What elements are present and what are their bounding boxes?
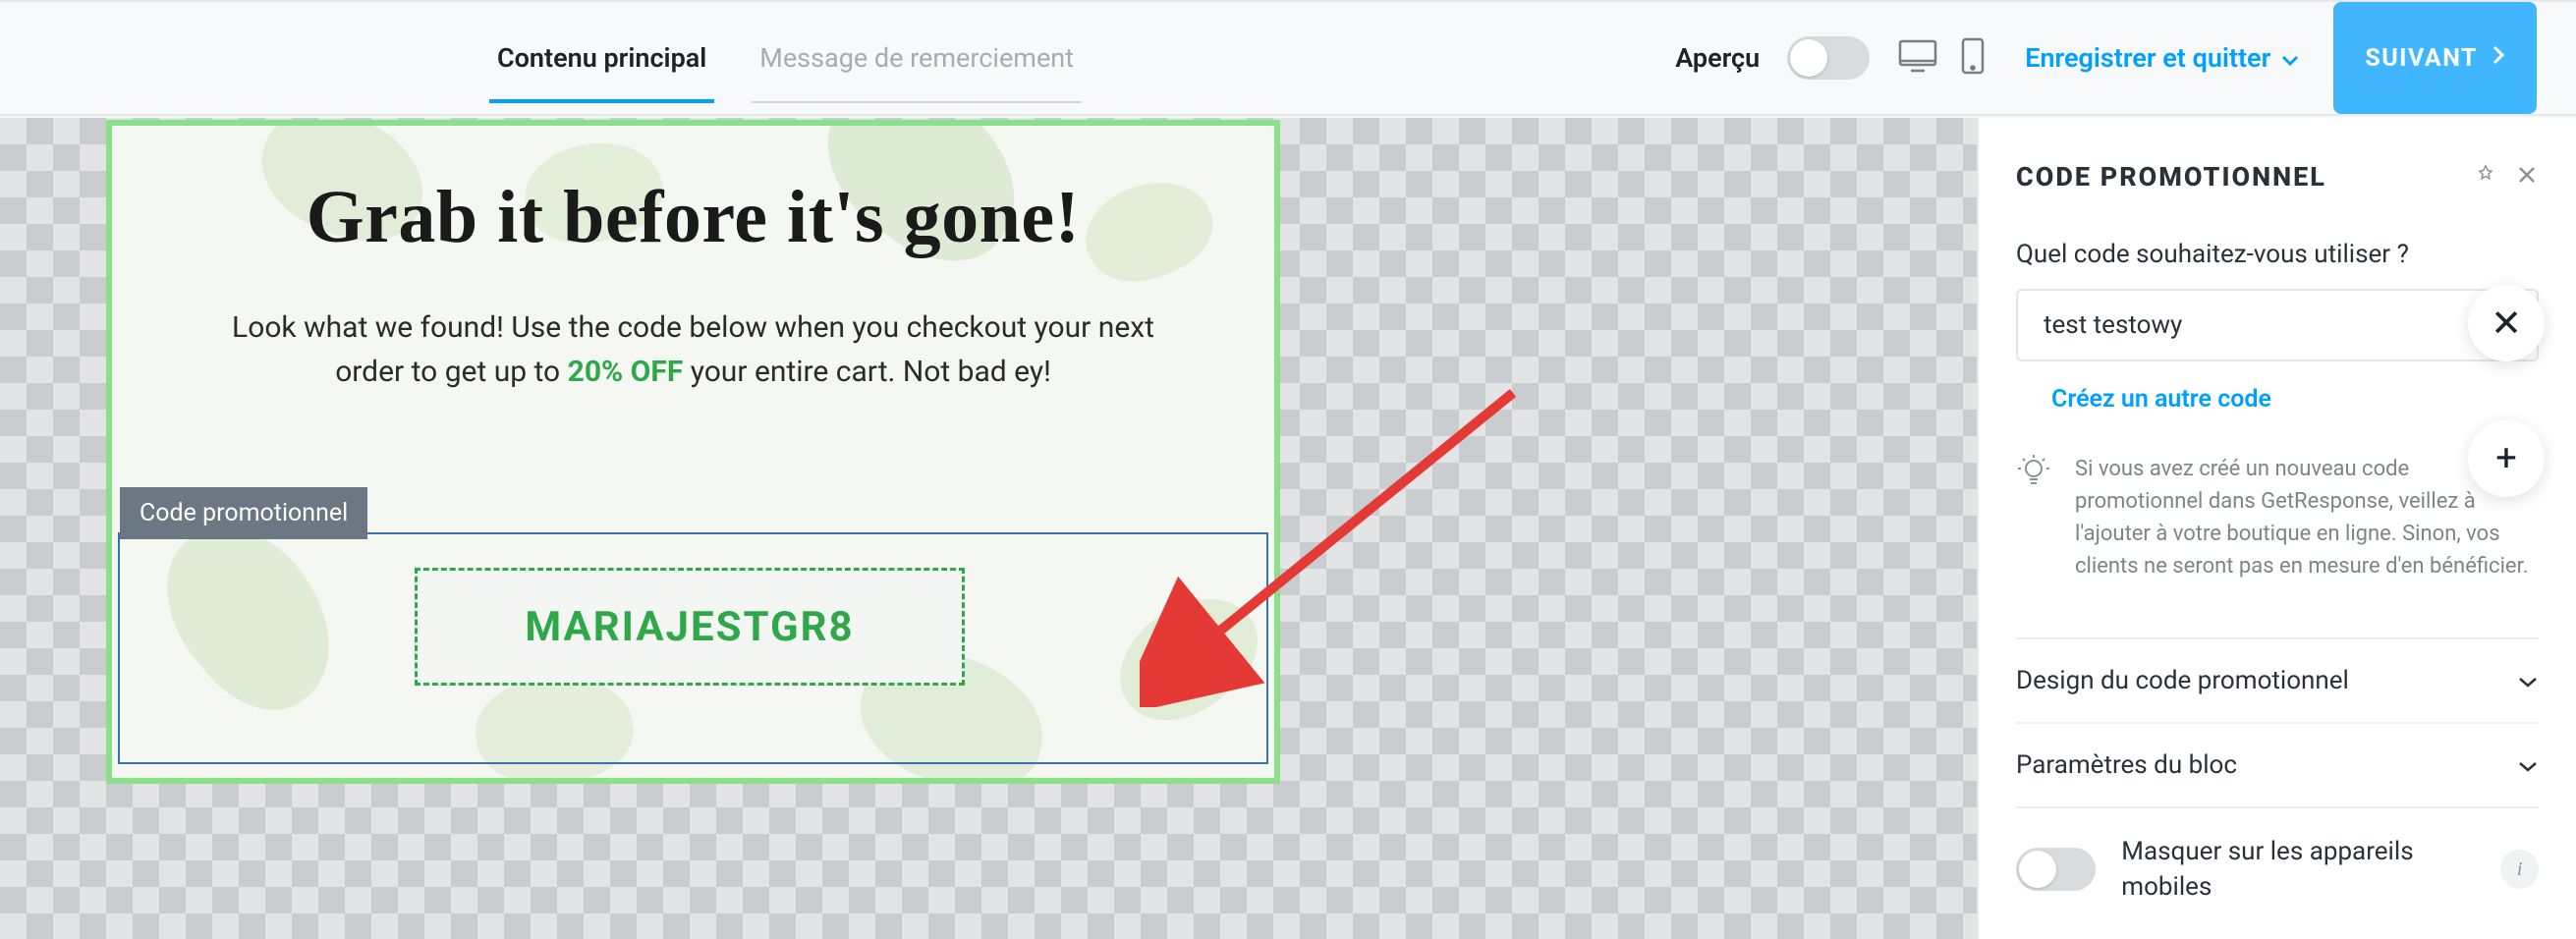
panel-header: CODE PROMOTIONNEL: [2016, 161, 2539, 193]
select-value: test testowy: [2044, 310, 2182, 340]
tab-label: Message de remerciement: [759, 42, 1074, 74]
popup-frame[interactable]: Grab it before it's gone! Look what we f…: [106, 120, 1280, 784]
canvas[interactable]: Grab it before it's gone! Look what we f…: [0, 118, 1977, 939]
next-label: SUIVANT: [2365, 44, 2478, 73]
lightbulb-icon: [2016, 453, 2051, 582]
chevron-down-icon: [2517, 750, 2539, 780]
which-code-label: Quel code souhaitez-vous utiliser ?: [2016, 240, 2539, 269]
mobile-icon[interactable]: [1960, 36, 1986, 80]
info-icon[interactable]: i: [2500, 850, 2539, 889]
hide-mobile-label: Masquer sur les appareils mobiles: [2121, 834, 2475, 906]
promo-code-box[interactable]: MARIAJESTGR8: [415, 568, 965, 686]
tab-label: Contenu principal: [497, 42, 706, 74]
hide-on-mobile-row: Masquer sur les appareils mobiles i: [2016, 834, 2539, 906]
device-icons: [1897, 36, 1986, 80]
accordion-label: Paramètres du bloc: [2016, 750, 2237, 780]
tabs: Contenu principal Message de remerciemen…: [489, 2, 1119, 114]
preview-toggle[interactable]: [1787, 36, 1870, 80]
close-button[interactable]: ✕: [2468, 285, 2545, 361]
accordion: Design du code promotionnel Paramètres d…: [2016, 637, 2539, 808]
tab-main-content[interactable]: Contenu principal: [489, 42, 714, 103]
pin-icon[interactable]: [2474, 163, 2497, 191]
panel-title: CODE PROMOTIONNEL: [2016, 161, 2460, 193]
preview-label: Aperçu: [1675, 42, 1760, 74]
toggle-knob: [2019, 851, 2056, 888]
close-icon[interactable]: [2515, 163, 2539, 191]
popup-content: Grab it before it's gone! Look what we f…: [112, 126, 1274, 433]
chevron-down-icon: [2517, 666, 2539, 695]
top-bar: Contenu principal Message de remerciemen…: [0, 0, 2576, 116]
promo-code-select[interactable]: test testowy: [2016, 289, 2539, 361]
promo-code-text: MARIAJESTGR8: [525, 603, 854, 651]
popup-subtext[interactable]: Look what we found! Use the code below w…: [200, 305, 1186, 394]
close-icon: ✕: [2491, 302, 2522, 346]
chevron-down-icon: [2280, 42, 2300, 74]
desktop-icon[interactable]: [1897, 38, 1938, 78]
toggle-knob: [1790, 39, 1827, 77]
subtext-after: your entire cart. Not bad ey!: [683, 355, 1051, 389]
inspector-panel: CODE PROMOTIONNEL Quel code souhaitez-vo…: [1977, 118, 2576, 939]
save-exit-label: Enregistrer et quitter: [2025, 42, 2270, 74]
chevron-right-icon: [2492, 44, 2505, 73]
subtext-highlight: 20% OFF: [568, 355, 684, 389]
plus-icon: +: [2495, 437, 2517, 480]
tip-row: Si vous avez créé un nouveau code promot…: [2016, 453, 2539, 582]
popup-headline[interactable]: Grab it before it's gone!: [200, 175, 1186, 260]
accordion-label: Design du code promotionnel: [2016, 666, 2349, 695]
accordion-block-settings[interactable]: Paramètres du bloc: [2016, 724, 2539, 808]
floating-buttons: ✕ +: [2468, 285, 2545, 497]
preview-group: Aperçu: [1675, 2, 1986, 114]
hide-mobile-toggle[interactable]: [2016, 848, 2096, 891]
promo-code-block[interactable]: Code promotionnel MARIAJESTGR8: [118, 532, 1268, 764]
tab-thank-you[interactable]: Message de remerciement: [752, 42, 1082, 103]
create-another-code-link[interactable]: Créez un autre code: [2051, 385, 2271, 414]
save-and-exit-link[interactable]: Enregistrer et quitter: [2025, 2, 2300, 114]
main: Grab it before it's gone! Look what we f…: [0, 118, 2576, 939]
block-tag: Code promotionnel: [120, 487, 367, 539]
add-button[interactable]: +: [2468, 420, 2545, 497]
next-button[interactable]: SUIVANT: [2333, 2, 2537, 114]
accordion-design[interactable]: Design du code promotionnel: [2016, 639, 2539, 724]
